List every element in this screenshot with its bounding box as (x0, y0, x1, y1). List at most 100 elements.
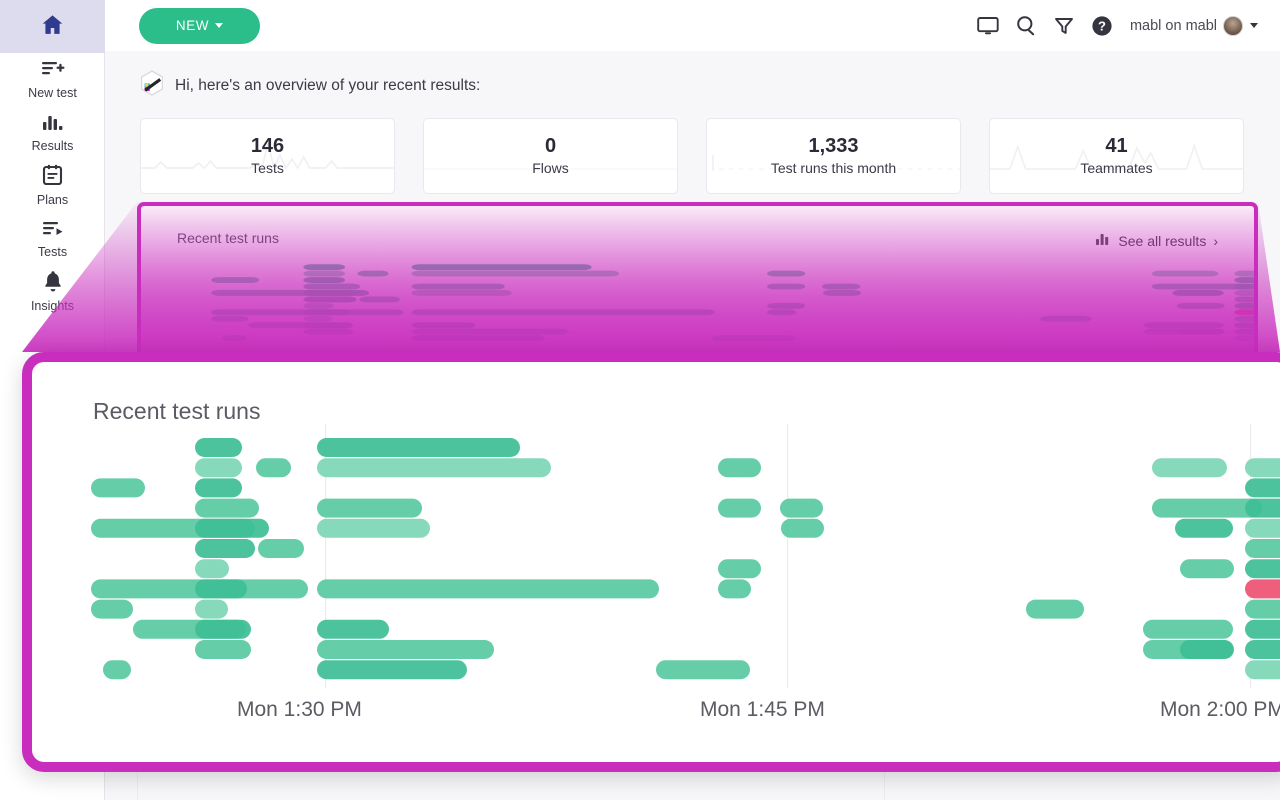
help-icon[interactable]: ? (1091, 15, 1113, 37)
run-bar (256, 458, 291, 477)
sidebar-item-results[interactable]: Results (0, 106, 105, 159)
run-bar (195, 559, 229, 578)
run-bar (303, 290, 369, 296)
sidebar-item-tests[interactable]: Tests (0, 212, 105, 265)
run-bar (767, 271, 805, 277)
run-bar (1180, 559, 1234, 578)
run-bar (195, 478, 242, 497)
sidebar-item-home[interactable] (0, 0, 105, 53)
bar-chart-icon (1096, 233, 1111, 249)
user-name-label: mabl on mabl (1130, 18, 1217, 34)
run-bar (91, 478, 145, 497)
run-bar (1172, 290, 1223, 296)
run-bar (103, 660, 131, 679)
run-bar (1245, 579, 1280, 598)
stat-card[interactable]: 1,333 Test runs this month (706, 118, 961, 194)
run-bar (317, 640, 494, 659)
run-bar (1234, 322, 1254, 328)
tests-icon (41, 219, 65, 243)
stat-value: 146 (251, 134, 284, 159)
run-bar (317, 458, 551, 477)
run-bar (1234, 335, 1254, 341)
run-bar (303, 316, 332, 322)
sidebar-item-label: Tests (38, 246, 67, 259)
stat-card[interactable]: 41 Teammates (989, 118, 1244, 194)
run-bar (1040, 316, 1091, 322)
run-bar (195, 579, 247, 598)
run-bar (1234, 290, 1254, 296)
run-bar (303, 296, 356, 302)
run-bar (767, 303, 805, 309)
run-bar (1234, 277, 1254, 283)
run-bar (359, 296, 400, 302)
x-tick-label: Mon 1:45 PM (700, 698, 825, 722)
sidebar-item-plans[interactable]: Plans (0, 159, 105, 212)
run-bar (317, 620, 389, 639)
new-button-label: NEW (176, 18, 209, 33)
popup-runs-chart (32, 424, 1280, 702)
stat-cards: 146 Tests 0 Flows 1,333 Test runs this m… (105, 101, 1280, 194)
monitor-icon[interactable] (977, 16, 999, 36)
see-all-results-label: See all results (1118, 233, 1206, 249)
new-test-icon (41, 59, 65, 84)
run-bar (712, 335, 795, 341)
new-button[interactable]: NEW (139, 8, 260, 44)
run-bar (317, 438, 520, 457)
run-bar (1143, 620, 1233, 639)
run-bar (195, 600, 228, 619)
run-bar (211, 277, 259, 283)
stat-card[interactable]: 0 Flows (423, 118, 678, 194)
chevron-down-icon (1250, 23, 1258, 28)
run-bar (195, 539, 255, 558)
run-bar (412, 322, 476, 328)
stat-label: Teammates (1080, 159, 1152, 177)
home-icon (39, 12, 66, 42)
run-bar (317, 519, 430, 538)
run-bar (656, 660, 750, 679)
panel-title: Recent test runs (177, 230, 279, 246)
run-bar (91, 600, 133, 619)
run-bar (718, 458, 761, 477)
run-bar (1234, 303, 1254, 309)
run-bar (1234, 309, 1254, 315)
svg-text:?: ? (1098, 18, 1106, 33)
run-bar (767, 309, 796, 315)
chevron-right-icon: › (1213, 233, 1218, 249)
run-bar (303, 284, 360, 290)
run-bar (412, 284, 505, 290)
sidebar-item-label: Plans (37, 194, 68, 207)
run-bar (1175, 519, 1233, 538)
insights-icon (43, 270, 63, 297)
user-menu[interactable]: mabl on mabl (1130, 16, 1258, 36)
run-bar (412, 290, 512, 296)
run-bar (781, 519, 824, 538)
stat-card[interactable]: 146 Tests (140, 118, 395, 194)
run-bar (258, 539, 304, 558)
stat-value: 41 (1105, 134, 1127, 159)
stat-label: Tests (251, 159, 284, 177)
sidebar-item-new-test[interactable]: New test (0, 53, 105, 106)
recent-test-runs-panel-wrap: Recent test runs See all results › (137, 202, 1258, 360)
run-bar (718, 559, 761, 578)
chevron-down-icon (215, 23, 223, 28)
run-bar (211, 316, 248, 322)
filter-icon[interactable] (1054, 16, 1074, 36)
run-bar (822, 284, 860, 290)
run-bar (303, 277, 345, 283)
run-bar (1245, 499, 1280, 518)
run-bar (1245, 478, 1280, 497)
run-bar (1245, 539, 1280, 558)
run-bar (195, 499, 259, 518)
stat-label: Test runs this month (771, 159, 896, 177)
run-bar (1245, 640, 1280, 659)
run-bar (303, 309, 349, 315)
run-bar (303, 303, 333, 309)
run-bar (412, 271, 619, 277)
sidebar-item-label: New test (28, 87, 77, 100)
run-bar (1245, 600, 1280, 619)
see-all-results-link[interactable]: See all results › (1096, 233, 1218, 249)
sidebar-item-insights[interactable]: Insights (0, 265, 105, 318)
run-bar (1152, 458, 1227, 477)
search-icon[interactable] (1016, 15, 1037, 36)
popup-title: Recent test runs (93, 398, 260, 425)
